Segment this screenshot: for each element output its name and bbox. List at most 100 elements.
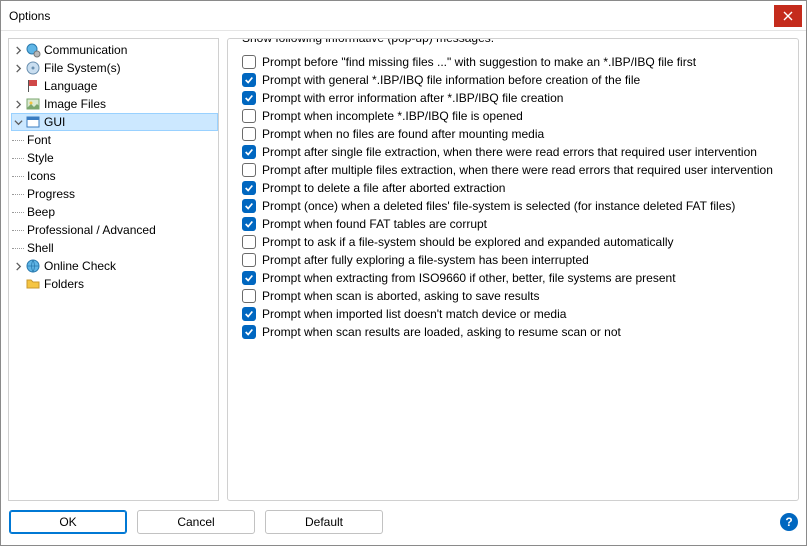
chevron-right-icon[interactable] (11, 97, 25, 111)
tree-item-label: Language (44, 79, 97, 93)
checkbox-label: Prompt after multiple files extraction, … (262, 163, 773, 177)
checkbox-row[interactable]: Prompt when scan results are loaded, ask… (242, 325, 790, 339)
checkbox-row[interactable]: Prompt when incomplete *.IBP/IBQ file is… (242, 109, 790, 123)
options-window: Options Communication File System(s) Langu… (0, 0, 807, 546)
window-icon (25, 114, 41, 130)
tree-item-label: Communication (44, 43, 127, 57)
checkbox-label: Prompt when scan is aborted, asking to s… (262, 289, 539, 303)
checkbox[interactable] (242, 181, 256, 195)
checkbox[interactable] (242, 163, 256, 177)
checkbox-row[interactable]: Prompt when scan is aborted, asking to s… (242, 289, 790, 303)
tree-item-label: Image Files (44, 97, 106, 111)
checkbox-row[interactable]: Prompt after fully exploring a file-syst… (242, 253, 790, 267)
checkbox[interactable] (242, 325, 256, 339)
checkbox-label: Prompt when incomplete *.IBP/IBQ file is… (262, 109, 523, 123)
tree-subitem[interactable]: Professional / Advanced (11, 221, 218, 239)
checkbox-row[interactable]: Prompt to delete a file after aborted ex… (242, 181, 790, 195)
flag-icon (25, 78, 41, 94)
checkbox[interactable] (242, 253, 256, 267)
tree-item-label: GUI (44, 115, 65, 129)
tree-subitem-label: Shell (27, 241, 54, 255)
globe-gear-icon (25, 42, 41, 58)
titlebar: Options (1, 1, 806, 31)
popup-messages-group: Show following informative (pop-up) mess… (227, 38, 799, 501)
checkbox-row[interactable]: Prompt before "find missing files ..." w… (242, 55, 790, 69)
checkbox[interactable] (242, 73, 256, 87)
tree-subitem[interactable]: Shell (11, 239, 218, 257)
category-tree[interactable]: Communication File System(s) Language Image… (9, 41, 218, 293)
help-button[interactable]: ? (780, 513, 798, 531)
checkbox-label: Prompt when imported list doesn't match … (262, 307, 566, 321)
tree-item[interactable]: Folders (11, 275, 218, 293)
tree-subitem[interactable]: Progress (11, 185, 218, 203)
tree-item-label: Online Check (44, 259, 116, 273)
tree-item[interactable]: GUI (11, 113, 218, 131)
ok-button[interactable]: OK (9, 510, 127, 534)
close-icon (783, 11, 793, 21)
checkbox-row[interactable]: Prompt when imported list doesn't match … (242, 307, 790, 321)
tree-item[interactable]: Online Check (11, 257, 218, 275)
checkbox-label: Prompt with error information after *.IB… (262, 91, 563, 105)
tree-item-label: File System(s) (44, 61, 121, 75)
checkbox-row[interactable]: Prompt when extracting from ISO9660 if o… (242, 271, 790, 285)
checkbox-row[interactable]: Prompt with error information after *.IB… (242, 91, 790, 105)
tree-subitem[interactable]: Icons (11, 167, 218, 185)
checkbox[interactable] (242, 109, 256, 123)
checkbox[interactable] (242, 217, 256, 231)
checkbox-list: Prompt before "find missing files ..." w… (242, 55, 790, 339)
tree-subitem-label: Professional / Advanced (27, 223, 156, 237)
checkbox[interactable] (242, 271, 256, 285)
checkbox-row[interactable]: Prompt to ask if a file-system should be… (242, 235, 790, 249)
checkbox-label: Prompt when extracting from ISO9660 if o… (262, 271, 676, 285)
tree-item[interactable]: Communication (11, 41, 218, 59)
checkbox-label: Prompt when scan results are loaded, ask… (262, 325, 621, 339)
disk-icon (25, 60, 41, 76)
checkbox-row[interactable]: Prompt when found FAT tables are corrupt (242, 217, 790, 231)
checkbox[interactable] (242, 235, 256, 249)
button-bar: OK Cancel Default ? (1, 505, 806, 545)
checkbox-row[interactable]: Prompt after single file extraction, whe… (242, 145, 790, 159)
chevron-right-icon[interactable] (11, 61, 25, 75)
checkbox[interactable] (242, 55, 256, 69)
folder-icon (25, 276, 41, 292)
checkbox[interactable] (242, 289, 256, 303)
chevron-right-icon[interactable] (11, 43, 25, 57)
image-icon (25, 96, 41, 112)
checkbox-row[interactable]: Prompt after multiple files extraction, … (242, 163, 790, 177)
checkbox-label: Prompt (once) when a deleted files' file… (262, 199, 735, 213)
checkbox-label: Prompt to ask if a file-system should be… (262, 235, 674, 249)
checkbox-row[interactable]: Prompt when no files are found after mou… (242, 127, 790, 141)
group-title: Show following informative (pop-up) mess… (238, 38, 498, 45)
close-button[interactable] (774, 5, 802, 27)
default-button[interactable]: Default (265, 510, 383, 534)
chevron-down-icon[interactable] (11, 115, 25, 129)
tree-item[interactable]: File System(s) (11, 59, 218, 77)
tree-item[interactable]: Language (11, 77, 218, 95)
content-area: Communication File System(s) Language Image… (1, 31, 806, 505)
tree-item-label: Folders (44, 277, 84, 291)
checkbox[interactable] (242, 127, 256, 141)
tree-subitem[interactable]: Style (11, 149, 218, 167)
checkbox-label: Prompt with general *.IBP/IBQ file infor… (262, 73, 640, 87)
checkbox-row[interactable]: Prompt with general *.IBP/IBQ file infor… (242, 73, 790, 87)
tree-subitem-label: Beep (27, 205, 55, 219)
checkbox-label: Prompt when no files are found after mou… (262, 127, 544, 141)
tree-subitem-label: Icons (27, 169, 56, 183)
tree-subitem[interactable]: Beep (11, 203, 218, 221)
globe-icon (25, 258, 41, 274)
cancel-button[interactable]: Cancel (137, 510, 255, 534)
checkbox[interactable] (242, 307, 256, 321)
checkbox-label: Prompt before "find missing files ..." w… (262, 55, 696, 69)
checkbox-label: Prompt when found FAT tables are corrupt (262, 217, 487, 231)
checkbox[interactable] (242, 145, 256, 159)
tree-subitem[interactable]: Font (11, 131, 218, 149)
chevron-right-icon[interactable] (11, 259, 25, 273)
checkbox[interactable] (242, 91, 256, 105)
checkbox-label: Prompt to delete a file after aborted ex… (262, 181, 505, 195)
tree-subitem-label: Style (27, 151, 54, 165)
tree-item[interactable]: Image Files (11, 95, 218, 113)
category-tree-panel[interactable]: Communication File System(s) Language Image… (8, 38, 219, 501)
tree-subitem-label: Progress (27, 187, 75, 201)
checkbox[interactable] (242, 199, 256, 213)
checkbox-row[interactable]: Prompt (once) when a deleted files' file… (242, 199, 790, 213)
